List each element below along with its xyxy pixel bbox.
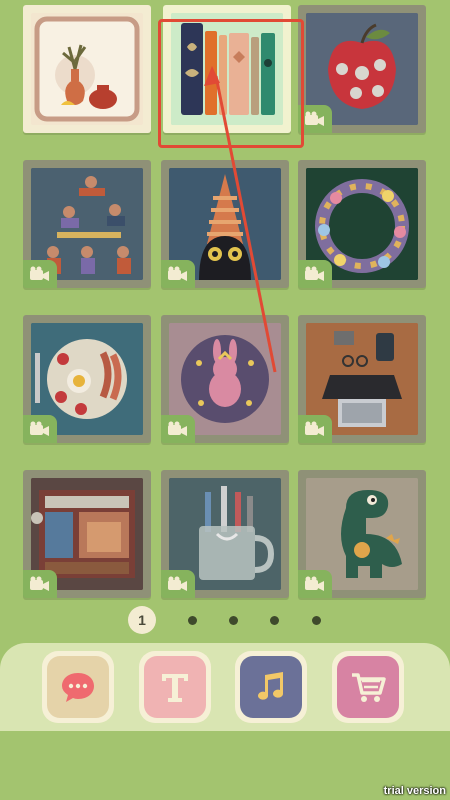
video-camera-icon [298, 570, 332, 598]
video-camera-icon [298, 415, 332, 443]
puzzle-tile-black-cat[interactable] [161, 160, 289, 288]
books-artwork [171, 13, 283, 125]
page-dot-4[interactable] [270, 616, 279, 625]
puzzle-tile-acrobats[interactable] [23, 160, 151, 288]
puzzle-tile-room[interactable] [23, 470, 151, 598]
music-button[interactable] [235, 651, 307, 723]
puzzle-tile-books[interactable] [163, 5, 291, 133]
shopping-cart-icon [352, 673, 386, 702]
vases-artwork [31, 13, 143, 125]
video-camera-icon [161, 415, 195, 443]
video-camera-icon [23, 260, 57, 288]
page-dot-2[interactable] [188, 616, 197, 625]
video-camera-icon [23, 415, 57, 443]
puzzle-tile-apple[interactable] [298, 5, 426, 133]
video-camera-icon [23, 570, 57, 598]
puzzle-tile-bunny-plate[interactable] [161, 315, 289, 443]
puzzle-tile-desk-laptop[interactable] [298, 315, 426, 443]
video-camera-icon [298, 260, 332, 288]
music-note-icon [258, 672, 283, 700]
text-icon [162, 674, 188, 702]
puzzle-tile-dinosaur[interactable] [298, 470, 426, 598]
puzzle-grid [0, 0, 450, 610]
chat-button[interactable] [42, 651, 114, 723]
video-camera-icon [161, 570, 195, 598]
current-page-badge[interactable]: 1 [128, 606, 156, 634]
puzzle-tile-toothbrush-cup[interactable] [161, 470, 289, 598]
page-indicator: 1 [0, 606, 450, 636]
video-camera-icon [298, 105, 332, 133]
video-camera-icon [161, 260, 195, 288]
puzzle-tile-flower-wreath[interactable] [298, 160, 426, 288]
page-dot-5[interactable] [312, 616, 321, 625]
chat-bubble-icon [62, 673, 94, 702]
puzzle-tile-vases[interactable] [23, 5, 151, 133]
puzzle-tile-breakfast[interactable] [23, 315, 151, 443]
bottom-dock [0, 643, 450, 731]
page-dot-3[interactable] [229, 616, 238, 625]
trial-watermark: trial version [383, 785, 446, 797]
text-button[interactable] [139, 651, 211, 723]
shop-button[interactable] [332, 651, 404, 723]
